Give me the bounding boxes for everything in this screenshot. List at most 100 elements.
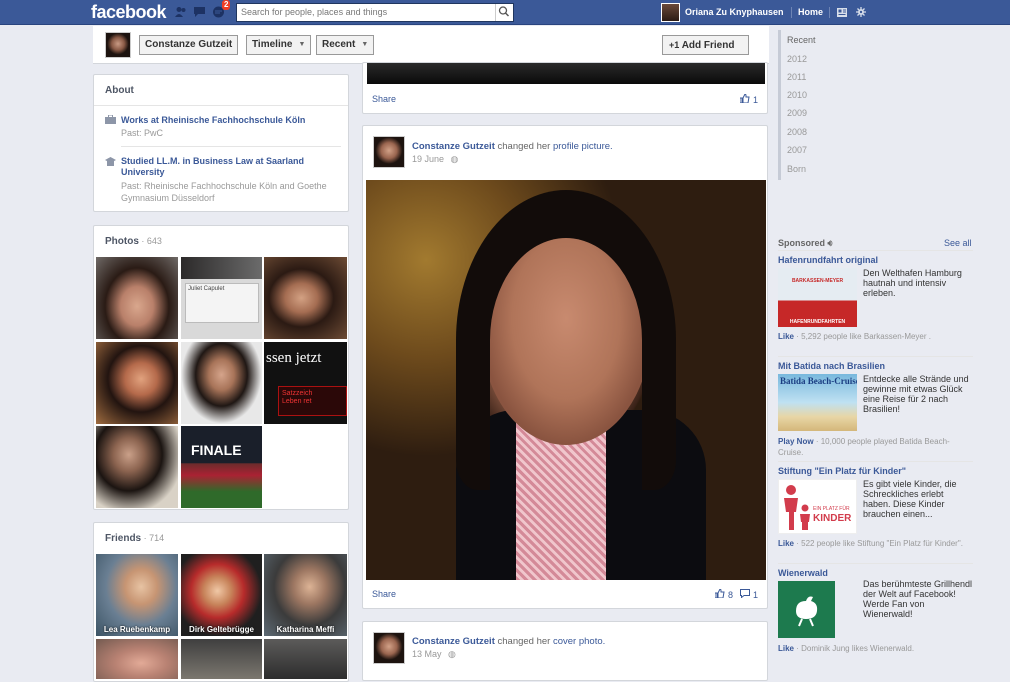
timeline-year[interactable]: 2007 <box>787 145 807 155</box>
photo-thumbnail[interactable] <box>96 426 178 508</box>
timeline-year[interactable]: 2008 <box>787 127 807 137</box>
about-title[interactable]: About <box>105 85 134 96</box>
search-input[interactable]: Search for people, places and things <box>236 3 514 22</box>
author-avatar[interactable] <box>373 632 405 664</box>
messages-icon[interactable] <box>193 6 206 18</box>
object-link[interactable]: cover photo. <box>553 636 605 647</box>
feed-post: Share 1 <box>362 62 768 114</box>
friends-header[interactable]: Friends · 714 <box>105 533 164 544</box>
timeline-year[interactable]: 2012 <box>787 54 807 64</box>
divider <box>778 356 973 357</box>
comment-count-value[interactable]: 1 <box>753 590 758 600</box>
post-date-text: 19 June <box>412 154 445 164</box>
user-name-link[interactable]: Oriana Zu Knyphausen <box>685 0 784 25</box>
search-button[interactable] <box>495 4 513 21</box>
ad-image-text: EIN PLATZ FÜR <box>813 506 850 512</box>
friend-requests-icon[interactable] <box>174 6 187 18</box>
like-count[interactable]: 1 <box>739 93 758 105</box>
education-past: Past: Rheinische Fachhochschule Köln and… <box>121 181 327 203</box>
friend-tile[interactable]: Dirk Geltebrügge <box>181 554 262 636</box>
photos-header[interactable]: Photos · 643 <box>105 236 162 247</box>
friend-tile[interactable]: Lea Ruebenkamp <box>96 554 178 636</box>
share-link[interactable]: Share <box>372 589 396 599</box>
comment-icon[interactable] <box>740 589 751 599</box>
ad-image[interactable] <box>778 581 835 638</box>
friend-tile[interactable] <box>264 639 347 679</box>
object-link[interactable]: profile picture. <box>553 141 613 152</box>
post-photo[interactable] <box>367 63 765 84</box>
friend-tile[interactable] <box>181 639 262 679</box>
divider <box>778 250 973 251</box>
profile-name-button[interactable]: Constanze Gutzeit <box>139 35 239 55</box>
like-count-value[interactable]: 8 <box>728 590 733 600</box>
divider <box>121 146 341 147</box>
photo-thumbnail[interactable]: Juliet Capulet <box>181 257 262 339</box>
photo-thumbnail[interactable] <box>264 257 347 339</box>
photo-thumbnail[interactable] <box>181 342 262 424</box>
photo-thumbnail[interactable]: ssen jetzt Satzzeich Leben ret <box>264 342 347 424</box>
like-count-value: 1 <box>752 95 758 105</box>
play-now-link[interactable]: Play Now <box>778 437 814 446</box>
work-link[interactable]: Works at Rheinische Fachhochschule Köln <box>121 115 305 125</box>
search-placeholder: Search for people, places and things <box>241 7 388 17</box>
photo-hair <box>456 190 676 490</box>
timeline-year[interactable]: 2009 <box>787 108 807 118</box>
notification-badge: 2 <box>222 0 231 10</box>
avatar[interactable] <box>661 3 680 22</box>
photo-thumbnail[interactable] <box>96 342 178 424</box>
author-link[interactable]: Constanze Gutzeit <box>412 636 495 647</box>
like-ad-link[interactable]: Like <box>778 644 794 653</box>
timeline-scrubber-bar <box>778 30 781 180</box>
timeline-year[interactable]: 2010 <box>787 90 807 100</box>
briefcase-icon <box>105 115 116 124</box>
ad-image[interactable]: BARKASSEN-MEYER HAFENRUNDFAHRTEN <box>778 268 857 327</box>
gear-icon[interactable] <box>856 7 866 17</box>
recent-dropdown[interactable]: Recent ▼ <box>316 35 375 55</box>
ad-title[interactable]: Mit Batida nach Brasilien <box>778 361 885 371</box>
feed-post: Constanze Gutzeit changed her profile pi… <box>362 125 768 609</box>
profile-thumbnail[interactable] <box>105 32 131 58</box>
ad-image[interactable]: Batida Beach-Cruise <box>778 374 857 431</box>
ad-title[interactable]: Hafenrundfahrt original <box>778 255 878 265</box>
photo-text: Satzzeich <box>282 390 313 397</box>
ad-text: Entdecke alle Strände und gewinne mit et… <box>863 374 969 414</box>
divider <box>829 7 830 18</box>
timeline-year[interactable]: Born <box>787 164 806 174</box>
ad-title[interactable]: Wienerwald <box>778 568 828 578</box>
share-link[interactable]: Share <box>372 94 396 104</box>
post-headline: Constanze Gutzeit changed her profile pi… <box>412 141 613 152</box>
timeline-dropdown[interactable]: Timeline ▼ <box>246 35 312 55</box>
photo-thumbnail[interactable]: FINALE <box>181 426 262 508</box>
photo-text: ssen jetzt <box>266 350 322 366</box>
find-friends-icon[interactable] <box>837 8 847 17</box>
friend-name: Dirk Geltebrügge <box>189 625 254 634</box>
home-link[interactable]: Home <box>798 0 823 25</box>
education-link[interactable]: Studied LL.M. in Business Law at Saarlan… <box>121 156 331 178</box>
profile-picture-photo[interactable] <box>366 180 766 580</box>
ad-image[interactable]: EIN PLATZ FÜR KINDER <box>778 479 857 534</box>
like-ad-link[interactable]: Like <box>778 539 794 548</box>
like-ad-link[interactable]: Like <box>778 332 794 341</box>
add-friend-icon: +1 <box>669 40 680 50</box>
photo-thumbnail[interactable] <box>96 257 178 339</box>
ad-image-text: HAFENRUNDFAHRTEN <box>789 319 846 325</box>
ad-footer: Like · Dominik Jung likes Wienerwald. <box>778 643 973 654</box>
post-date[interactable]: 13 May ◍ <box>412 649 456 660</box>
ad-title[interactable]: Stiftung "Ein Platz für Kinder" <box>778 466 906 476</box>
friend-tile[interactable] <box>96 639 178 679</box>
ad-image-text: BARKASSEN-MEYER <box>791 278 844 284</box>
author-avatar[interactable] <box>373 136 405 168</box>
facebook-logo[interactable]: facebook <box>91 2 167 23</box>
post-date[interactable]: 19 June ◍ <box>412 154 458 165</box>
author-link[interactable]: Constanze Gutzeit <box>412 141 495 152</box>
ad-text: Den Welthafen Hamburg hautnah und intens… <box>863 268 962 298</box>
timeline-year[interactable]: 2011 <box>787 72 806 82</box>
education-icon <box>105 157 116 166</box>
timeline-year-recent[interactable]: Recent <box>787 35 816 45</box>
feed-post: Constanze Gutzeit changed her cover phot… <box>362 621 768 681</box>
see-all-link[interactable]: See all <box>944 238 972 248</box>
thumbs-up-icon[interactable] <box>714 588 726 599</box>
friend-tile[interactable]: Katharina Meffi <box>264 554 347 636</box>
add-friend-label: Add Friend <box>681 40 735 51</box>
add-friend-button[interactable]: +1 Add Friend <box>662 35 749 55</box>
